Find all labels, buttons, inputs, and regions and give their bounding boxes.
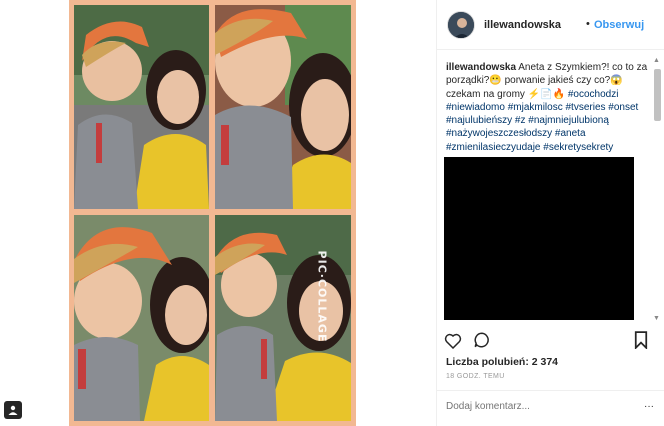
- collage-photo-3: [74, 215, 209, 421]
- caption-scrollbar[interactable]: ▲ ▼: [653, 57, 662, 322]
- caption-username[interactable]: illewandowska: [446, 62, 516, 73]
- post-timestamp: 18 GODZ. TEMU: [446, 373, 505, 380]
- more-options-icon[interactable]: ···: [644, 401, 654, 412]
- post-header: illewandowska • Obserwuj: [437, 0, 664, 50]
- redacted-area: [444, 157, 634, 320]
- collage-photo-4: [215, 215, 351, 421]
- comment-icon[interactable]: [472, 330, 492, 350]
- avatar[interactable]: [447, 11, 475, 39]
- follow-button[interactable]: Obserwuj: [594, 19, 644, 31]
- header-separator: •: [586, 18, 590, 30]
- collage-photo-2: [215, 5, 351, 209]
- post-actions: [437, 330, 664, 352]
- heart-icon[interactable]: [443, 330, 463, 350]
- comment-input[interactable]: [446, 401, 626, 412]
- likes-count[interactable]: Liczba polubień: 2 374: [446, 356, 558, 368]
- scroll-down-arrow-icon[interactable]: ▼: [653, 315, 660, 322]
- bookmark-icon[interactable]: [631, 330, 651, 350]
- username-link[interactable]: illewandowska: [484, 19, 561, 31]
- post-image-collage[interactable]: PIC·COLLAGE: [69, 0, 356, 426]
- post-caption: illewandowska Aneta z Szymkiem?! co to z…: [446, 61, 650, 154]
- scroll-thumb[interactable]: [654, 69, 661, 121]
- divider: [437, 390, 664, 391]
- instagram-post-view: PIC·COLLAGE illewandowska • Obserwuj ill…: [0, 0, 664, 426]
- user-card-icon[interactable]: [4, 401, 22, 419]
- post-sidebar: illewandowska • Obserwuj illewandowska A…: [436, 0, 664, 426]
- collage-watermark: PIC·COLLAGE: [315, 250, 329, 343]
- scroll-up-arrow-icon[interactable]: ▲: [653, 57, 660, 64]
- collage-photo-1: [74, 5, 209, 209]
